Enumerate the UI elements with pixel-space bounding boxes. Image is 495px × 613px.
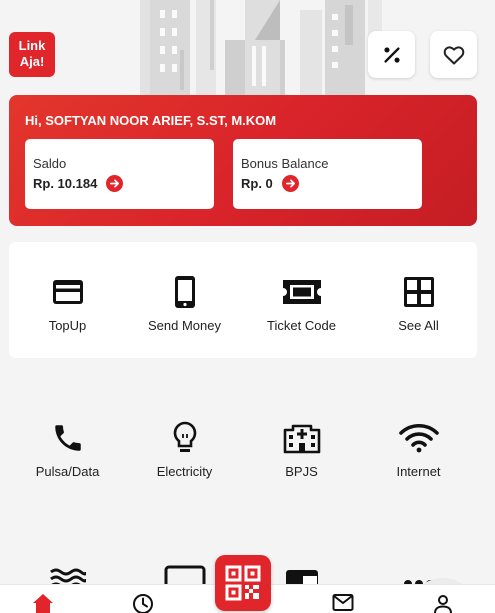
heart-icon bbox=[443, 45, 464, 64]
service-item-pulsa-data[interactable]: Pulsa/Data bbox=[9, 420, 126, 479]
saldo-label: Saldo bbox=[33, 156, 67, 171]
smartphone-icon bbox=[174, 276, 195, 308]
promo-button[interactable] bbox=[368, 31, 415, 78]
menu-item-label: Ticket Code bbox=[267, 318, 336, 333]
nav-history[interactable] bbox=[131, 593, 155, 613]
ticket-icon bbox=[282, 280, 321, 304]
phone-icon bbox=[54, 425, 81, 451]
saldo-card[interactable]: Saldo Rp. 10.184 bbox=[25, 139, 214, 209]
bonus-label: Bonus Balance bbox=[241, 156, 329, 171]
logo-text-line1: Link bbox=[18, 38, 46, 53]
linkaja-logo: Link Aja! bbox=[9, 32, 55, 77]
service-item-electricity[interactable]: Electricity bbox=[126, 420, 243, 479]
nav-account[interactable] bbox=[431, 593, 455, 613]
menu-item-label: Send Money bbox=[148, 318, 221, 333]
logo-text-line2: Aja! bbox=[19, 54, 45, 69]
service-item-bpjs[interactable]: BPJS bbox=[243, 420, 360, 479]
bonus-balance-card[interactable]: Bonus Balance Rp. 0 bbox=[233, 139, 422, 209]
nav-home[interactable] bbox=[31, 593, 55, 613]
service-item-label: Internet bbox=[396, 464, 441, 479]
menu-item-label: TopUp bbox=[48, 318, 87, 333]
menu-item-topup[interactable]: TopUp bbox=[9, 274, 126, 333]
scan-qr-button[interactable] bbox=[215, 555, 271, 611]
lightbulb-icon bbox=[173, 421, 196, 452]
wifi-icon bbox=[398, 423, 439, 453]
header-illustration bbox=[0, 0, 495, 100]
favorite-button[interactable] bbox=[430, 31, 477, 78]
bonus-value: Rp. 0 bbox=[241, 176, 273, 191]
saldo-value: Rp. 10.184 bbox=[33, 176, 98, 191]
home-icon bbox=[33, 594, 53, 613]
clock-icon bbox=[133, 594, 153, 613]
service-item-label: Electricity bbox=[156, 464, 213, 479]
menu-item-label: See All bbox=[398, 318, 439, 333]
menu-item-see-all[interactable]: See All bbox=[360, 274, 477, 333]
saldo-arrow-button[interactable] bbox=[106, 175, 124, 192]
percent-icon bbox=[383, 46, 400, 63]
arrow-right-icon bbox=[285, 179, 295, 188]
arrow-right-icon bbox=[110, 179, 120, 188]
credit-card-icon bbox=[52, 280, 83, 304]
bonus-arrow-button[interactable] bbox=[281, 175, 299, 192]
mail-icon bbox=[332, 594, 354, 611]
city-skyline-illustration bbox=[140, 0, 382, 100]
service-item-internet[interactable]: Internet bbox=[360, 420, 477, 479]
menu-item-ticket-code[interactable]: Ticket Code bbox=[243, 274, 360, 333]
nav-inbox[interactable] bbox=[331, 593, 355, 613]
hospital-icon bbox=[283, 424, 320, 454]
main-menu-card: TopUp Send Money Ticket Code See All bbox=[9, 242, 477, 358]
greeting-text: Hi, SOFTYAN NOOR ARIEF, S.ST, M.KOM bbox=[25, 113, 277, 128]
balance-banner: Hi, SOFTYAN NOOR ARIEF, S.ST, M.KOM Sald… bbox=[9, 95, 477, 226]
menu-item-send-money[interactable]: Send Money bbox=[126, 274, 243, 333]
service-item-label: BPJS bbox=[285, 464, 318, 479]
service-item-label: Pulsa/Data bbox=[35, 464, 100, 479]
person-icon bbox=[434, 595, 452, 613]
grid-icon bbox=[403, 277, 434, 307]
qr-code-icon bbox=[225, 565, 261, 601]
